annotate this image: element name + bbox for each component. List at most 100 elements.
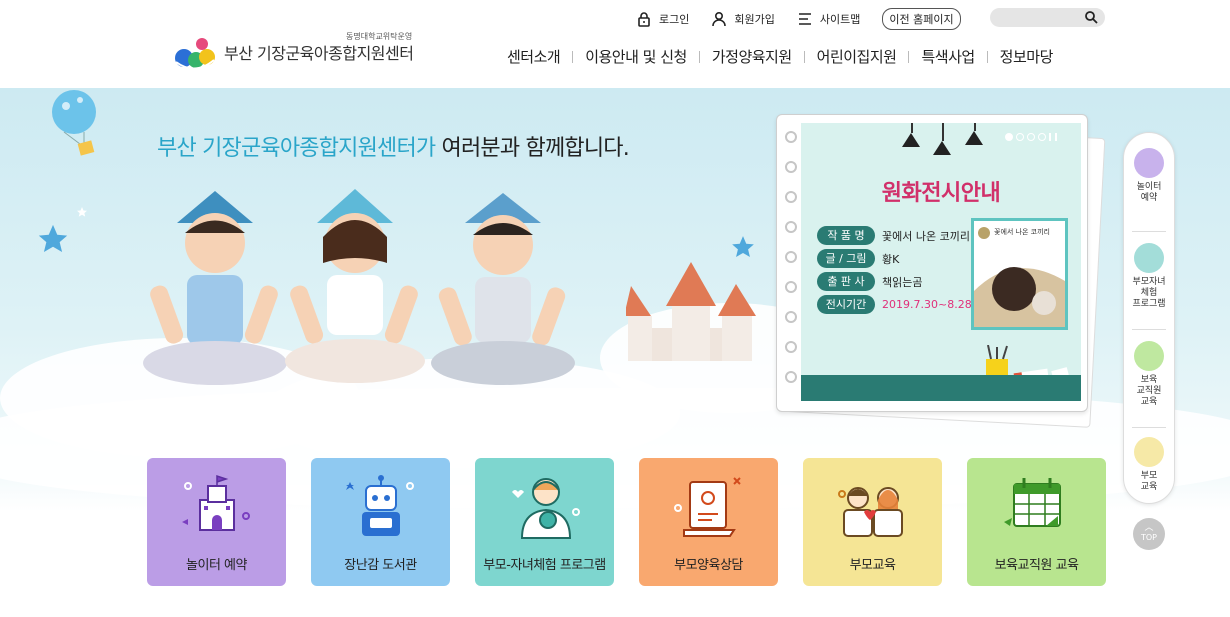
card-parent-education[interactable]: 부모교육 [803,458,942,586]
binder-ring [785,311,797,323]
logo-mark-icon [172,30,218,74]
signup-link[interactable]: 회원가입 [711,11,775,27]
login-label: 로그인 [659,13,690,26]
quick-divider [1132,231,1166,232]
nav-home-parenting[interactable]: 가정양육지원 [700,46,804,67]
castle-icon [182,474,250,531]
chevron-up-icon: ︿ [1144,523,1154,533]
nav-usage-guide[interactable]: 이용안내 및 신청 [573,46,699,67]
previous-homepage-button[interactable]: 이전 홈페이지 [882,8,961,30]
slide-pagination [1005,133,1057,141]
sitemap-link[interactable]: 사이트맵 [797,11,860,27]
star-icon [38,224,68,253]
top-label: TOP [1140,533,1157,542]
pagination-dot[interactable] [1038,133,1046,141]
card-label: 놀이터 예약 [186,558,247,573]
quick-divider [1132,427,1166,428]
search-box [990,8,1105,30]
quick-label: 부모자녀 체험 프로그램 [1132,277,1166,309]
pagination-dot[interactable] [1027,133,1035,141]
lock-icon [638,12,650,27]
main-navigation: 센터소개 이용안내 및 신청 가정양육지원 어린이집지원 특색사업 정보마당 [495,46,1065,67]
parent-child-icon [1134,243,1164,273]
quick-item-playground[interactable]: 놀이터 예약 [1124,148,1174,204]
lamp-cord [974,123,976,131]
utility-menu: 로그인 회원가입 사이트맵 이전 홈페이지 [636,8,961,30]
card-playground-reservation[interactable]: 놀이터 예약 [147,458,286,586]
row-value: 꽃에서 나온 코끼리 [882,229,970,243]
card-toy-library[interactable]: 장난감 도서관 [311,458,450,586]
binder-ring [785,161,797,173]
card-label: 부모양육상담 [674,558,743,573]
lamp-cord [942,123,944,141]
page: 부산 기장군육아종합지원센터 동명대학교위탁운영 로그인 회원가입 사이트맵 이… [0,0,1230,617]
binder-ring [785,251,797,263]
person-icon [712,11,727,27]
exhibition-title: 원화전시안내 [881,181,1001,206]
nav-special-projects[interactable]: 특색사업 [909,46,986,67]
binder-ring [785,371,797,383]
exhibition-row: 작 품 명 꽃에서 나온 코끼리 [817,226,970,245]
star-icon [77,207,87,217]
mother-baby-icon [512,478,580,539]
calendar-icon [1004,478,1061,527]
castle-illustration [626,262,756,361]
card-label: 부모교육 [849,558,896,573]
quick-label: 부모 교육 [1140,471,1158,492]
binder-ring [785,191,797,203]
lamp-icon [902,133,920,147]
lamp-icon [933,141,951,155]
logo-subtitle: 동명대학교위탁운영 [346,32,413,41]
menu-icon [798,13,811,25]
row-value: 2019.7.30~8.28 [882,298,972,311]
binder-ring [785,341,797,353]
pause-icon[interactable] [1049,133,1057,141]
robot-icon [346,475,414,536]
quick-item-parent-child[interactable]: 부모자녀 체험 프로그램 [1124,243,1174,310]
pagination-dot[interactable] [1016,133,1024,141]
login-link[interactable]: 로그인 [636,11,689,27]
row-key: 글 / 그림 [817,249,875,268]
family-icon [838,487,903,537]
hero-title: 부산 기장군육아종합지원센터가 여러분과 함께합니다. [157,130,630,162]
card-label: 장난감 도서관 [344,558,417,573]
lamp-cord [911,123,913,133]
hero-title-highlight: 부산 기장군육아종합지원센터가 [157,136,436,161]
search-icon[interactable] [1084,10,1098,24]
logo-title: 부산 기장군육아종합지원센터 [224,44,414,63]
binder-ring [785,131,797,143]
calendar-icon [1134,341,1164,371]
exhibition-row: 글 / 그림 황K [817,249,899,268]
quick-item-parent-education[interactable]: 부모 교육 [1124,437,1174,493]
quick-menu: 놀이터 예약 부모자녀 체험 프로그램 보육 교직원 교육 부모 교육 [1123,132,1175,504]
children-reading-illustration [143,189,575,385]
sitemap-label: 사이트맵 [819,13,861,26]
hero-title-text: 여러분과 함께합니다. [435,136,630,161]
nav-center-intro[interactable]: 센터소개 [495,46,572,67]
scroll-top-button[interactable]: ︿ TOP [1133,518,1165,550]
nav-information[interactable]: 정보마당 [988,46,1065,67]
quick-divider [1132,329,1166,330]
quick-item-staff-education[interactable]: 보육 교직원 교육 [1124,341,1174,408]
row-value: 황K [882,252,900,266]
row-key: 전시기간 [817,295,875,314]
header: 부산 기장군육아종합지원센터 동명대학교위탁운영 로그인 회원가입 사이트맵 이… [0,0,1230,88]
card-parent-child-program[interactable]: 부모-자녀체험 프로그램 [475,458,614,586]
binder-ring [785,221,797,233]
card-parenting-counseling[interactable]: 부모양육상담 [639,458,778,586]
hot-air-balloon-icon [52,90,96,156]
row-value: 책읽는곰 [882,275,923,289]
binder-ring [785,281,797,293]
card-label: 보육교직원 교육 [994,558,1079,573]
search-input[interactable] [998,10,1088,30]
signup-label: 회원가입 [734,13,775,26]
pagination-dot[interactable] [1005,133,1013,141]
lamp-icon [965,131,983,145]
castle-icon [1134,148,1164,178]
card-staff-education[interactable]: 보육교직원 교육 [967,458,1106,586]
nav-daycare-support[interactable]: 어린이집지원 [805,46,909,67]
exhibition-row: 출 판 사 책읽는곰 [817,272,922,291]
exhibition-board[interactable]: 원화전시안내 작 품 명 꽃에서 나온 코끼리 글 / 그림 황K 출 판 사 … [776,114,1088,412]
parents-icon [1134,437,1164,467]
quick-label: 놀이터 예약 [1136,182,1162,203]
